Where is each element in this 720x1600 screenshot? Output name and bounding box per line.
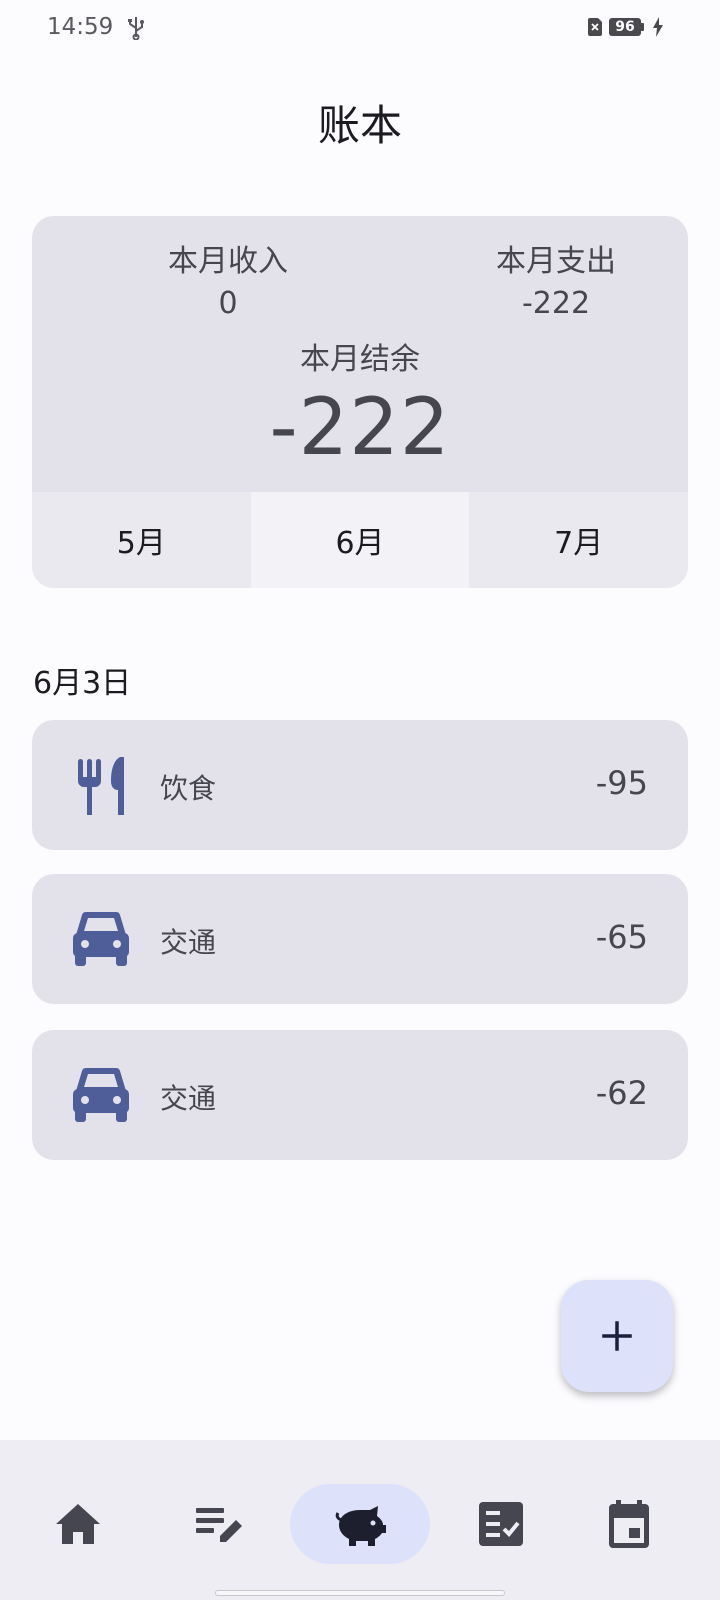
income-label: 本月收入 [168, 244, 288, 279]
record-item[interactable]: 饮食 -95 [32, 720, 688, 850]
expense-stat: 本月支出 -222 [436, 242, 676, 326]
record-category: 饮食 [160, 772, 217, 805]
nav-item-calendar[interactable] [559, 1484, 699, 1564]
car-icon [73, 1067, 129, 1122]
balance-stat: 本月结余 -222 [32, 340, 688, 476]
record-category: 交通 [160, 1082, 217, 1115]
record-amount: -62 [595, 1074, 648, 1112]
balance-value: -222 [269, 383, 451, 473]
fork-knife-icon [78, 757, 124, 815]
record-amount: -65 [595, 918, 648, 956]
battery-icon: 96 [609, 18, 644, 36]
income-stat: 本月收入 0 [108, 242, 348, 326]
usb-icon [128, 17, 144, 40]
plus-icon [602, 1321, 632, 1351]
sim-off-icon [588, 18, 602, 36]
add-record-button[interactable] [561, 1280, 673, 1392]
month-selector: 5月 6月 7月 [32, 492, 688, 588]
date-header: 6月3日 [33, 666, 132, 701]
calendar-icon [609, 1500, 649, 1548]
expense-label: 本月支出 [496, 244, 616, 279]
car-icon [73, 911, 129, 966]
nav-item-home[interactable] [8, 1484, 148, 1564]
nav-item-tasks[interactable] [431, 1484, 571, 1564]
edit-list-icon [196, 1508, 242, 1542]
record-category: 交通 [160, 926, 217, 959]
tab-month-july[interactable]: 7月 [469, 492, 688, 588]
bottom-navigation [0, 1440, 720, 1600]
balance-label: 本月结余 [300, 342, 420, 377]
piggy-bank-icon [335, 1506, 386, 1546]
status-time: 14:59 [47, 14, 114, 40]
page-title: 账本 [317, 101, 402, 150]
tab-month-may[interactable]: 5月 [32, 492, 251, 588]
expense-value: -222 [521, 286, 591, 321]
tab-month-june[interactable]: 6月 [250, 492, 470, 588]
nav-item-ledger[interactable] [290, 1484, 430, 1564]
nav-item-notes[interactable] [148, 1484, 288, 1564]
record-item[interactable]: 交通 -62 [32, 1030, 688, 1160]
monthly-summary-card: 本月收入 0 本月支出 -222 本月结余 -222 5月 6月 7月 [32, 216, 688, 588]
home-icon [56, 1504, 100, 1544]
record-item[interactable]: 交通 -65 [32, 874, 688, 1004]
status-bar: 14:59 96 [0, 0, 720, 56]
record-amount: -95 [595, 764, 648, 802]
status-indicators: 96 [587, 17, 664, 37]
gesture-bar [215, 1590, 505, 1596]
charging-bolt-icon [653, 17, 663, 37]
checklist-icon [479, 1502, 523, 1546]
battery-level: 96 [609, 18, 641, 36]
income-value: 0 [218, 286, 238, 321]
